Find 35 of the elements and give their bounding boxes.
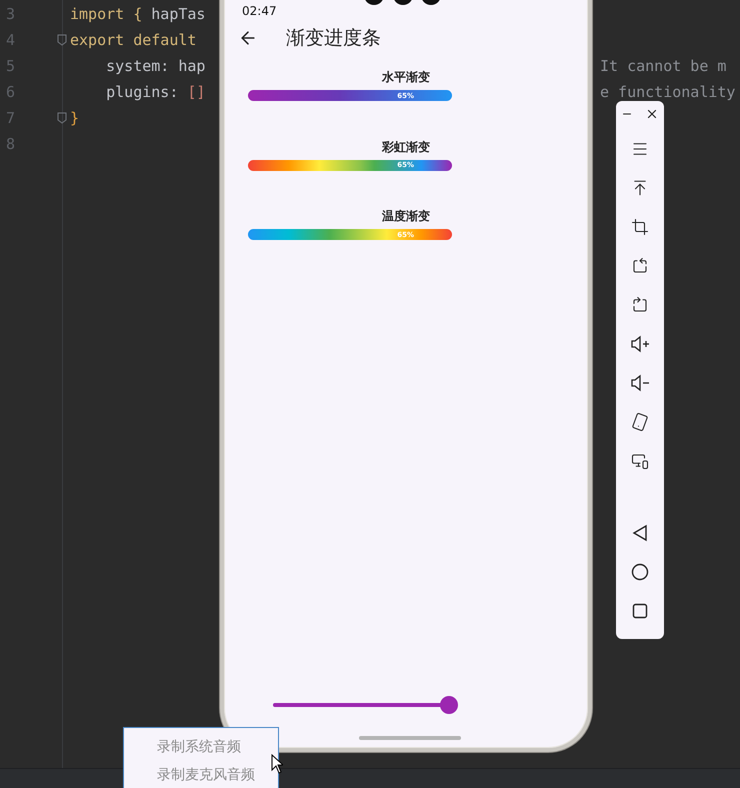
- devices-icon[interactable]: [631, 452, 649, 470]
- line-number: 3: [5, 5, 16, 23]
- bar-label: 水平渐变: [382, 69, 430, 86]
- status-time: 02:47: [242, 4, 277, 18]
- rotate-right-icon[interactable]: [631, 296, 649, 314]
- menu-item[interactable]: 录制麦克风音频: [157, 766, 278, 786]
- code-text: e functionality: [600, 83, 736, 101]
- back-triangle-icon[interactable]: [632, 524, 648, 542]
- code-line: }: [69, 109, 80, 127]
- page-title: 渐变进度条: [286, 26, 381, 51]
- bar-label: 彩虹渐变: [382, 138, 430, 156]
- code-line: export default: [69, 31, 196, 49]
- close-icon[interactable]: [645, 107, 659, 121]
- crop-icon[interactable]: [631, 218, 649, 236]
- code-line: plugins: []: [105, 83, 206, 101]
- menu-item[interactable]: 录制系统音频: [157, 738, 278, 758]
- line-number: 8: [5, 135, 16, 153]
- slider-thumb[interactable]: [440, 696, 458, 714]
- volume-down-icon[interactable]: [630, 374, 650, 392]
- code-line: import { hapTas: [69, 5, 206, 23]
- arrow-up-to-line-icon[interactable]: [631, 179, 649, 197]
- fold-icon[interactable]: [57, 112, 67, 124]
- code-line: system: hap: [105, 57, 206, 75]
- bar-label: 温度渐变: [382, 208, 430, 225]
- line-number: 5: [5, 57, 16, 75]
- menu-icon[interactable]: [631, 140, 649, 158]
- home-circle-icon[interactable]: [631, 563, 649, 581]
- line-number: 7: [5, 109, 16, 127]
- line-number: 4: [5, 31, 16, 49]
- rotate-left-icon[interactable]: [631, 257, 649, 275]
- line-number: 6: [5, 83, 16, 101]
- recents-square-icon[interactable]: [632, 603, 648, 619]
- fold-icon[interactable]: [57, 34, 67, 46]
- code-text: It cannot be m: [600, 57, 726, 75]
- volume-up-icon[interactable]: [630, 335, 650, 353]
